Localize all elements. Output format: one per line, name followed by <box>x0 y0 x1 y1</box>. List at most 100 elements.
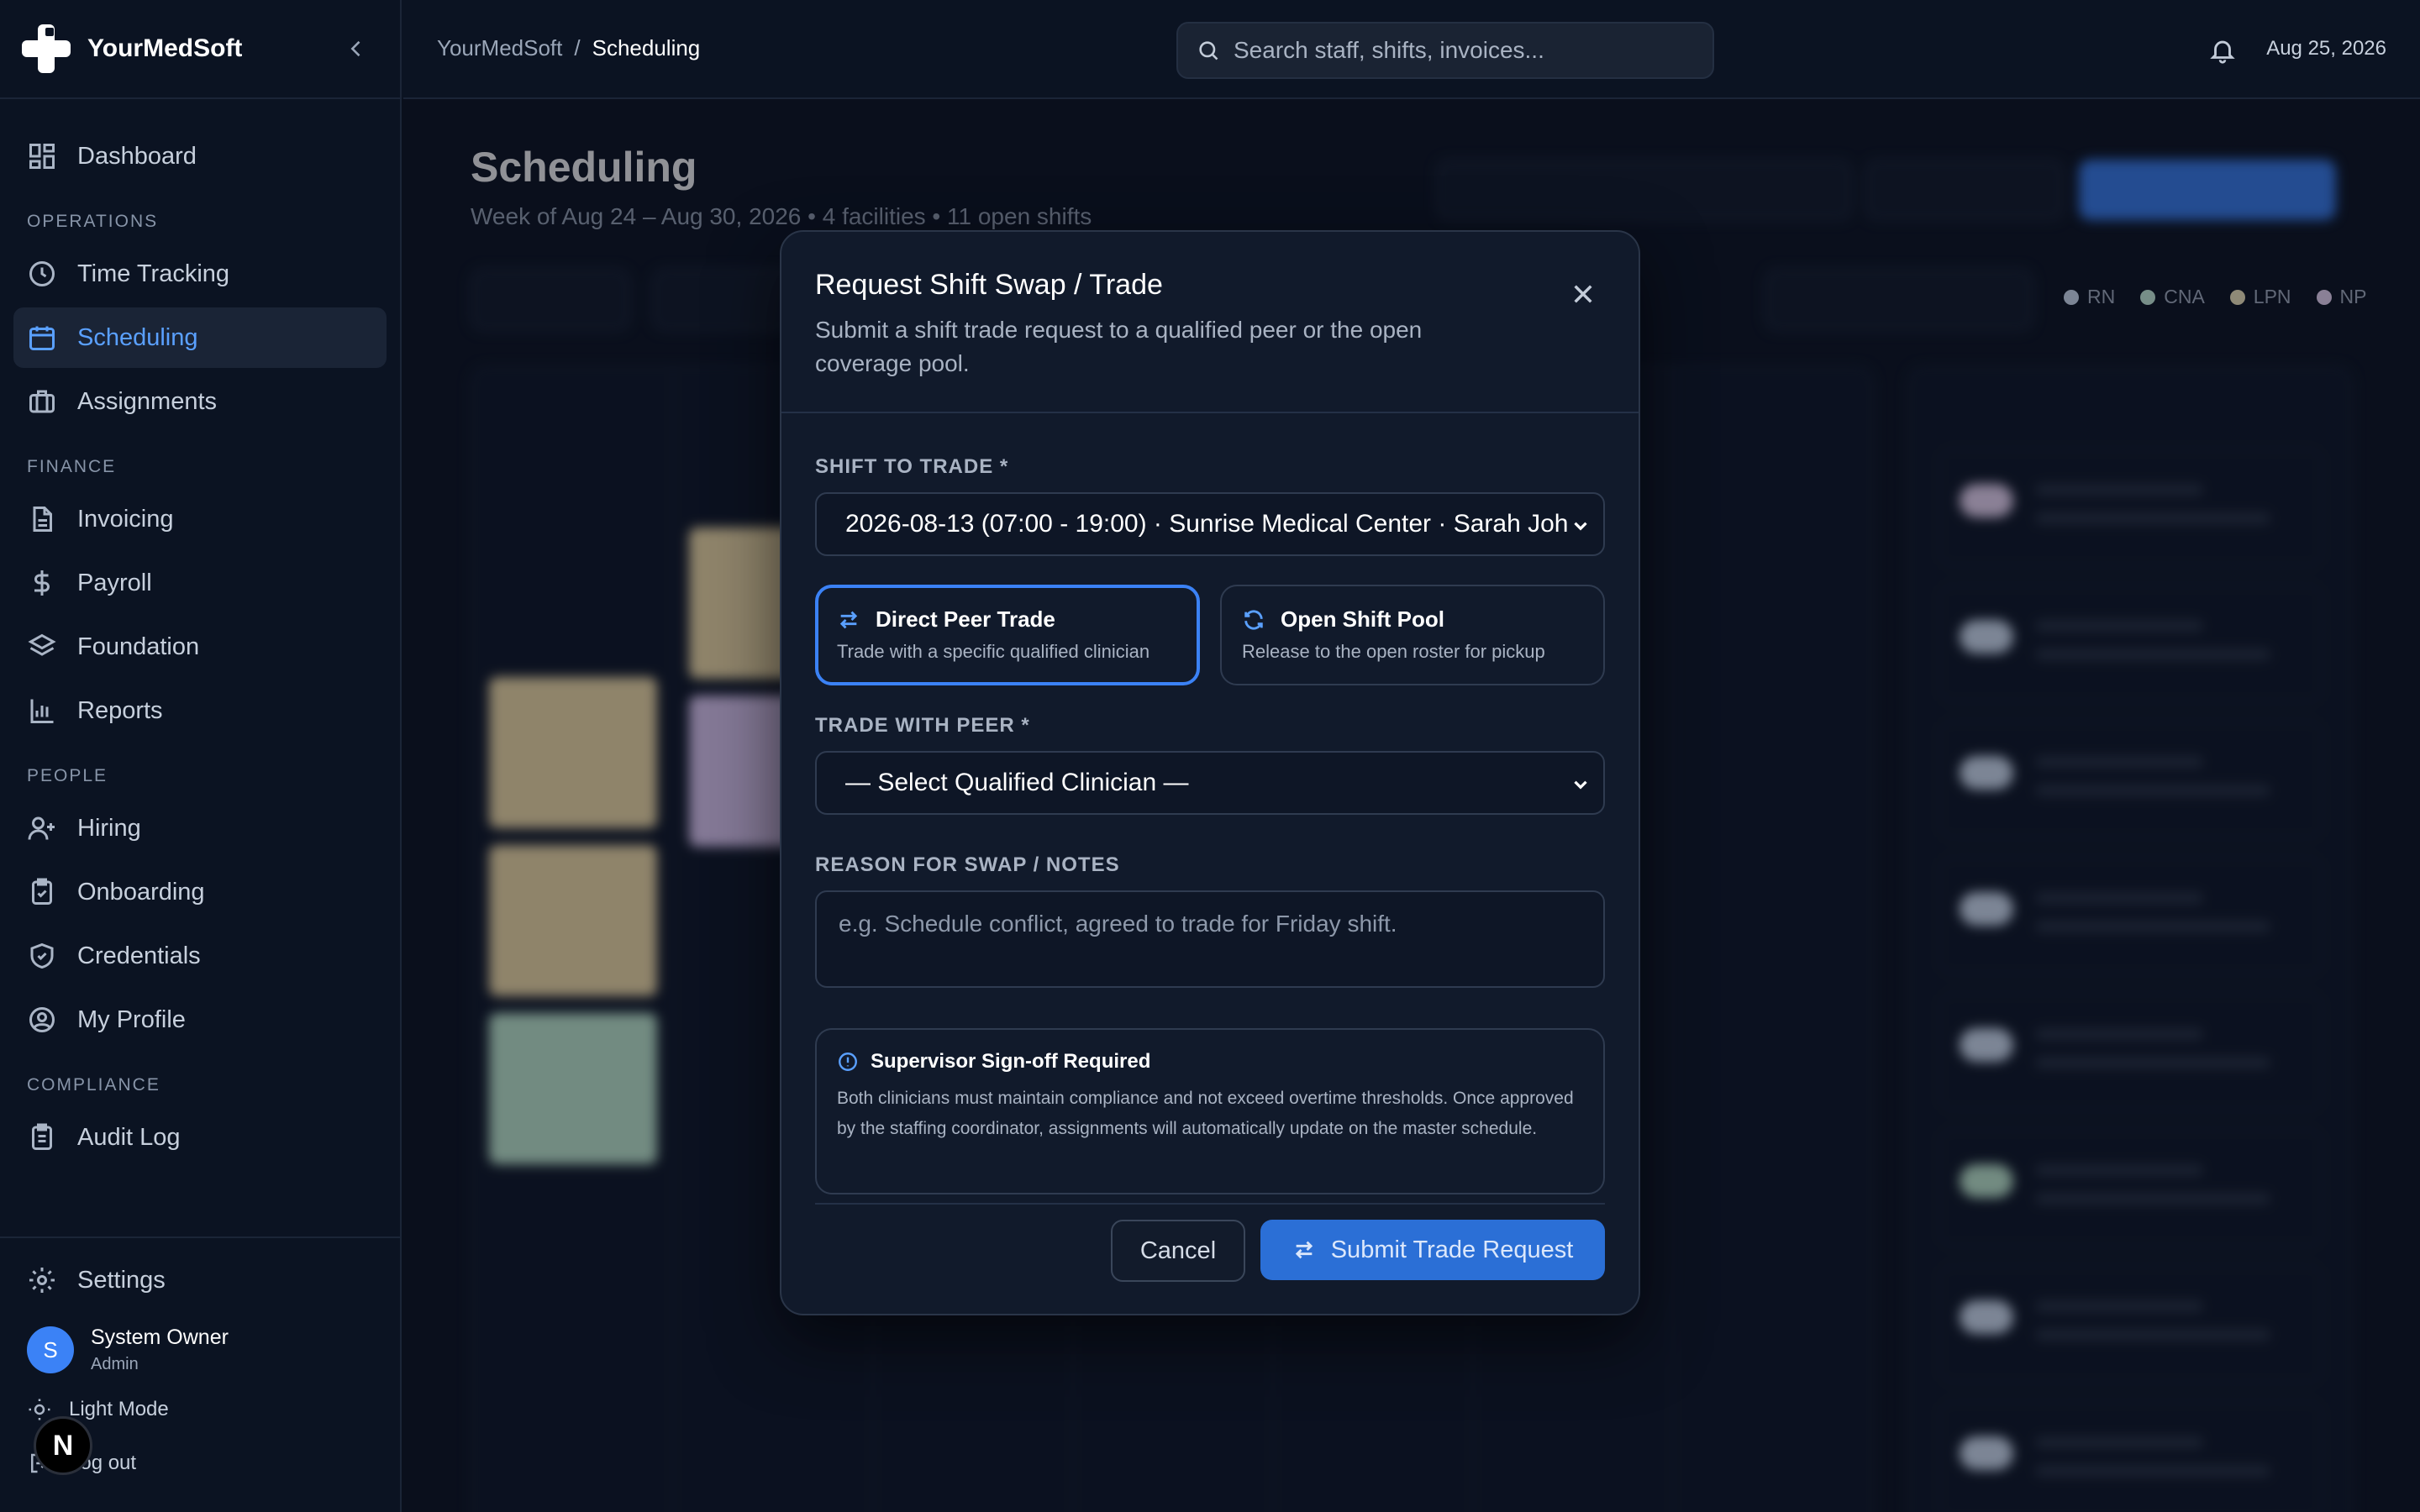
bell-icon[interactable] <box>2208 35 2237 66</box>
shift-to-trade-value: 2026-08-13 (07:00 - 19:00) · Sunrise Med… <box>845 510 1575 538</box>
direct-peer-trade-title: Direct Peer Trade <box>876 606 1055 632</box>
modal-title: Request Shift Swap / Trade <box>815 269 1163 301</box>
sidebar-item-label: Settings <box>77 1266 166 1294</box>
reason-notes-textarea[interactable]: e.g. Schedule conflict, agreed to trade … <box>815 890 1605 988</box>
document-icon <box>33 507 52 532</box>
swap-arrows-icon <box>1295 1241 1313 1259</box>
breadcrumb-separator: / <box>574 35 581 60</box>
topbar: YourMedSoft / Scheduling Search staff, shi… <box>403 0 2420 99</box>
notice-text: Both clinicians must maintain compliance… <box>837 1089 1574 1138</box>
sidebar-item-onboarding[interactable]: Onboarding <box>13 862 387 922</box>
search-icon <box>1199 41 1218 60</box>
open-shift-pool-title: Open Shift Pool <box>1281 606 1444 632</box>
info-icon <box>839 1053 857 1071</box>
sidebar-item-credentials[interactable]: Credentials <box>13 926 387 986</box>
bar-chart-icon <box>30 699 54 723</box>
sidebar-item-label: Dashboard <box>77 142 197 170</box>
user-circle-icon <box>29 1007 55 1032</box>
search-input[interactable]: Search staff, shifts, invoices... <box>1176 22 1714 79</box>
trade-with-peer-label: TRADE WITH PEER * <box>815 714 1030 737</box>
sidebar-item-label: Time Tracking <box>77 260 230 287</box>
trade-with-peer-value: — Select Qualified Clinician — <box>845 769 1189 796</box>
sidebar-item-label: Audit Log <box>77 1123 181 1151</box>
direct-peer-trade-option[interactable]: Direct Peer Trade Trade with a specific … <box>815 585 1200 685</box>
sidebar-item-my-profile[interactable]: My Profile <box>13 990 387 1050</box>
open-shift-pool-desc: Release to the open roster for pickup <box>1242 641 1545 662</box>
sidebar-item-foundation[interactable]: Foundation <box>13 617 387 677</box>
sidebar-item-label: Invoicing <box>77 505 174 533</box>
sidebar-item-label: My Profile <box>77 1005 186 1033</box>
reason-notes-placeholder: e.g. Schedule conflict, agreed to trade … <box>839 911 1397 937</box>
swap-arrows-icon <box>839 611 858 628</box>
modal-body: SHIFT TO TRADE * 2026-08-13 (07:00 - 19:… <box>781 455 1639 1194</box>
gear-icon <box>29 1268 55 1293</box>
sidebar-item-label: Reports <box>77 696 163 724</box>
layers-icon <box>28 633 56 656</box>
trade-with-peer-select[interactable]: — Select Qualified Clinician — <box>815 751 1605 815</box>
light-mode-label: Light Mode <box>69 1398 169 1420</box>
notice-title: Supervisor Sign-off Required <box>871 1050 1151 1073</box>
submit-trade-request-button[interactable]: Submit Trade Request <box>1260 1220 1605 1280</box>
sidebar-nav: Dashboard OPERATIONS Time Tracking Sched… <box>0 99 400 1168</box>
app-logo <box>22 24 71 73</box>
user-profile[interactable]: S System Owner Admin <box>13 1317 387 1383</box>
dashboard-icon <box>29 144 55 169</box>
close-icon[interactable] <box>1570 281 1597 307</box>
avatar: S <box>27 1326 74 1373</box>
calendar-icon <box>29 326 55 350</box>
section-people: PEOPLE <box>27 766 108 785</box>
modal-description: Submit a shift trade request to a qualif… <box>815 317 1423 376</box>
app-name: YourMedSoft <box>87 34 243 62</box>
supervisor-notice: Supervisor Sign-off Required Both clinic… <box>815 1028 1605 1194</box>
sidebar: YourMedSoft Dashboard OPERATIONS Time Tr… <box>0 0 402 1512</box>
dollar-icon <box>34 570 50 596</box>
sidebar-item-time-tracking[interactable]: Time Tracking <box>13 244 387 304</box>
user-plus-icon <box>28 816 55 840</box>
search-placeholder: Search staff, shifts, invoices... <box>1234 37 1544 63</box>
breadcrumb-current: Scheduling <box>592 35 701 60</box>
collapse-sidebar-icon[interactable] <box>345 37 368 60</box>
sidebar-item-assignments[interactable]: Assignments <box>13 371 387 432</box>
clock-icon <box>29 261 55 286</box>
chevron-down-icon <box>1570 515 1591 537</box>
section-compliance: COMPLIANCE <box>27 1075 160 1095</box>
sidebar-item-label: Scheduling <box>77 323 198 351</box>
sidebar-item-label: Onboarding <box>77 878 205 906</box>
briefcase-icon <box>29 390 55 413</box>
sidebar-item-audit-log[interactable]: Audit Log <box>13 1107 387 1168</box>
refresh-icon <box>1244 609 1263 630</box>
user-role: Admin <box>91 1355 139 1373</box>
open-shift-pool-option[interactable]: Open Shift Pool Release to the open rost… <box>1220 585 1605 685</box>
direct-peer-trade-desc: Trade with a specific qualified clinicia… <box>837 641 1150 662</box>
clipboard-list-icon <box>32 1123 52 1150</box>
breadcrumb: YourMedSoft / Scheduling <box>437 35 700 61</box>
modal-footer: Cancel Submit Trade Request <box>815 1203 1605 1317</box>
sidebar-item-label: Payroll <box>77 569 152 596</box>
section-operations: OPERATIONS <box>27 212 159 231</box>
submit-label: Submit Trade Request <box>1330 1236 1574 1263</box>
chevron-down-icon <box>1570 774 1591 795</box>
brand: YourMedSoft <box>0 0 400 99</box>
clipboard-check-icon <box>32 878 52 905</box>
user-name: System Owner <box>91 1326 229 1349</box>
sidebar-item-dashboard[interactable]: Dashboard <box>13 126 387 186</box>
shift-to-trade-select[interactable]: 2026-08-13 (07:00 - 19:00) · Sunrise Med… <box>815 492 1605 556</box>
section-finance: FINANCE <box>27 457 117 476</box>
sidebar-item-hiring[interactable]: Hiring <box>13 798 387 858</box>
sidebar-item-payroll[interactable]: Payroll <box>13 553 387 613</box>
modal-header: Request Shift Swap / Trade Submit a shif… <box>781 232 1639 413</box>
sidebar-item-settings[interactable]: Settings <box>13 1250 387 1310</box>
sidebar-item-label: Hiring <box>77 814 141 842</box>
sidebar-item-invoicing[interactable]: Invoicing <box>13 489 387 549</box>
dev-badge[interactable]: N <box>34 1416 92 1475</box>
sidebar-item-reports[interactable]: Reports <box>13 680 387 741</box>
sidebar-item-scheduling[interactable]: Scheduling <box>13 307 387 368</box>
shift-to-trade-label: SHIFT TO TRADE * <box>815 455 1009 478</box>
current-date: Aug 25, 2026 <box>2266 37 2386 60</box>
breadcrumb-root[interactable]: YourMedSoft <box>437 35 562 60</box>
sidebar-item-label: Credentials <box>77 942 201 969</box>
shield-check-icon <box>30 942 54 969</box>
sidebar-item-label: Foundation <box>77 633 200 660</box>
shift-swap-modal: Request Shift Swap / Trade Submit a shif… <box>780 230 1640 1315</box>
cancel-button[interactable]: Cancel <box>1111 1220 1245 1282</box>
